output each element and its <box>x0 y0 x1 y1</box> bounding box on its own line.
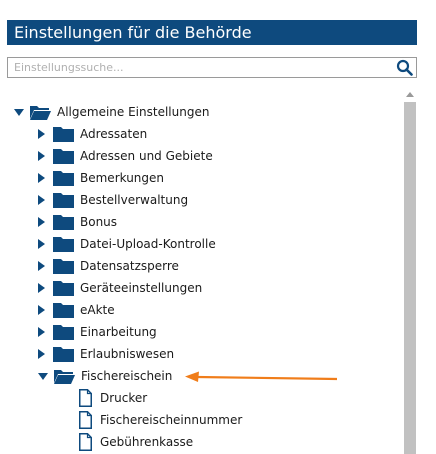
tree-node-adressaten[interactable]: Adressaten <box>38 123 147 145</box>
tree-node-eakte[interactable]: eAkte <box>38 299 115 321</box>
vertical-scrollbar[interactable] <box>403 88 417 454</box>
tree-node-label: Gebührenkasse <box>100 435 194 449</box>
search-icon[interactable] <box>396 59 413 76</box>
tree-node-label: Bestellverwaltung <box>80 193 189 207</box>
tree-node-bemerkungen[interactable]: Bemerkungen <box>38 167 164 189</box>
tree-node-erlaubniswesen[interactable]: Erlaubniswesen <box>38 343 174 365</box>
expand-triangle-right-icon[interactable] <box>38 305 45 315</box>
folder-open-icon <box>54 369 75 384</box>
expand-triangle-right-icon[interactable] <box>38 349 45 359</box>
tree-node-label: eAkte <box>80 303 115 317</box>
search-box <box>7 57 417 78</box>
tree-node-adressen-und-gebiete[interactable]: Adressen und Gebiete <box>38 145 213 167</box>
tree-node-label: Geräteeinstellungen <box>80 281 203 295</box>
folder-icon <box>53 148 74 164</box>
tree-node-bonus[interactable]: Bonus <box>38 211 117 233</box>
tree-node-label: Erlaubniswesen <box>80 347 175 361</box>
folder-icon <box>53 214 74 230</box>
tree-node-geraeteeinstellungen[interactable]: Geräteeinstellungen <box>38 277 202 299</box>
folder-icon <box>53 346 74 362</box>
expand-triangle-down-icon[interactable] <box>14 108 24 116</box>
folder-icon <box>53 324 74 340</box>
tree-node-label: Adressaten <box>80 127 148 141</box>
tree-leaf-drucker[interactable]: Drucker <box>79 387 147 409</box>
expand-triangle-right-icon[interactable] <box>38 217 45 227</box>
document-icon <box>79 433 92 451</box>
folder-icon <box>53 170 74 186</box>
tree-node-fischereischein[interactable]: Fischereischein <box>38 365 172 387</box>
expand-triangle-right-icon[interactable] <box>38 151 45 161</box>
expand-triangle-right-icon[interactable] <box>38 195 45 205</box>
tree-node-label: Fischereischeinnummer <box>100 413 243 427</box>
expand-triangle-right-icon[interactable] <box>38 129 45 139</box>
folder-open-icon <box>30 105 51 120</box>
document-icon <box>79 389 92 407</box>
tree-node-label: Bonus <box>80 215 118 229</box>
tree-node-datei-upload-kontrolle[interactable]: Datei-Upload-Kontrolle <box>38 233 216 255</box>
expand-triangle-right-icon[interactable] <box>38 239 45 249</box>
folder-icon <box>53 302 74 318</box>
folder-icon <box>53 236 74 252</box>
expand-triangle-right-icon[interactable] <box>38 283 45 293</box>
tree-node-label: Allgemeine Einstellungen <box>57 105 210 119</box>
tree-node-label: Fischereischein <box>81 369 173 383</box>
tree-node-root[interactable]: Allgemeine Einstellungen <box>14 101 209 123</box>
tree-leaf-fischereischeinnummer[interactable]: Fischereischeinnummer <box>79 409 242 431</box>
tree-node-datensatzsperre[interactable]: Datensatzsperre <box>38 255 179 277</box>
annotation-arrow-icon <box>185 371 338 382</box>
scroll-up-icon[interactable] <box>406 92 414 97</box>
scrollbar-thumb[interactable] <box>404 102 416 454</box>
tree-node-bestellverwaltung[interactable]: Bestellverwaltung <box>38 189 188 211</box>
tree-leaf-gebuehrenkasse[interactable]: Gebührenkasse <box>79 431 193 453</box>
tree-node-label: Datei-Upload-Kontrolle <box>80 237 216 251</box>
folder-icon <box>53 258 74 274</box>
tree-node-label: Datensatzsperre <box>80 259 179 273</box>
folder-icon <box>53 192 74 208</box>
expand-triangle-right-icon[interactable] <box>38 173 45 183</box>
folder-icon <box>53 126 74 142</box>
expand-triangle-down-icon[interactable] <box>38 372 48 380</box>
tree-node-label: Bemerkungen <box>80 171 165 185</box>
tree-node-label: Einarbeitung <box>80 325 157 339</box>
document-icon <box>79 411 92 429</box>
panel-title: Einstellungen für die Behörde <box>7 20 417 45</box>
tree-node-label: Drucker <box>100 391 148 405</box>
tree-node-label: Adressen und Gebiete <box>80 149 213 163</box>
expand-triangle-right-icon[interactable] <box>38 261 45 271</box>
tree-node-einarbeitung[interactable]: Einarbeitung <box>38 321 157 343</box>
folder-icon <box>53 280 74 296</box>
search-input[interactable] <box>8 58 394 77</box>
expand-triangle-right-icon[interactable] <box>38 327 45 337</box>
